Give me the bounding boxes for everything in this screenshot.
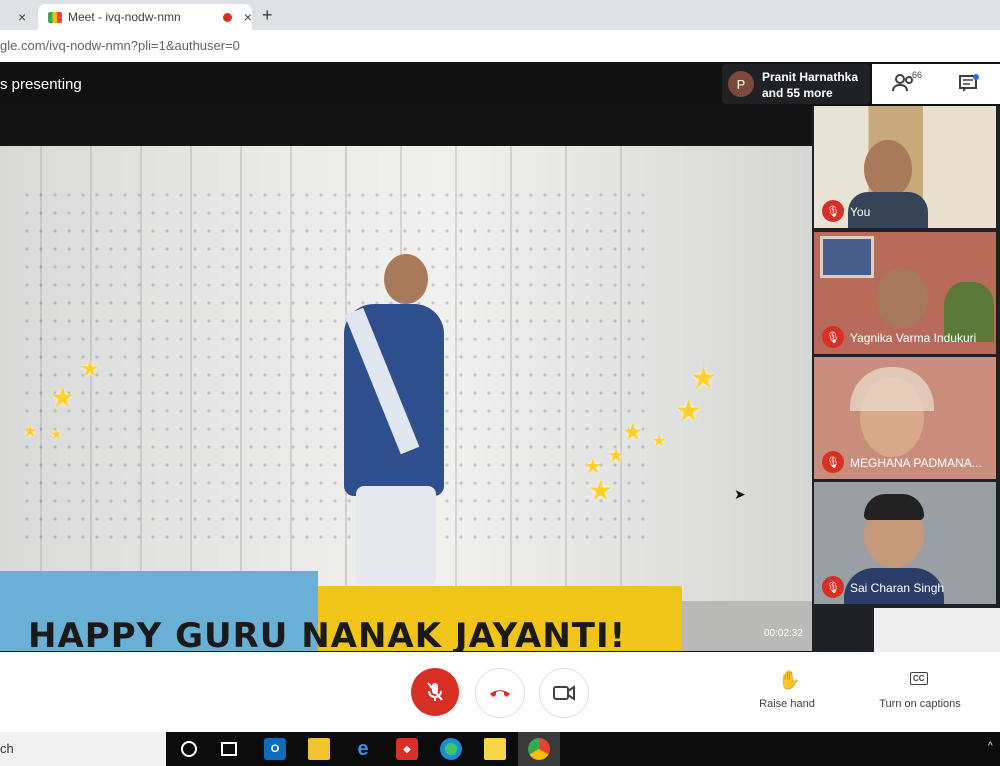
internet-explorer-icon[interactable]: e: [352, 738, 374, 760]
captions-label: Turn on captions: [879, 698, 961, 710]
participant-name: Yagnika Varma Indukuri: [850, 331, 977, 345]
call-controls: ✋ Raise hand CC Turn on captions: [0, 652, 1000, 732]
star-decoration: ★: [22, 421, 39, 441]
participant-tile-partial[interactable]: [874, 608, 1000, 652]
meeting-tools: 66: [872, 64, 1000, 104]
captions-icon: CC: [910, 672, 928, 685]
participant-face: [876, 268, 928, 328]
star-decoration: ★: [652, 433, 667, 450]
meet-logo-icon: [48, 11, 62, 23]
people-button[interactable]: 66: [892, 70, 922, 98]
participant-name: Sai Charan Singh: [850, 581, 945, 595]
windows-taskbar: ch O e ◆ ^: [0, 732, 1000, 766]
mic-off-icon: 🎙: [822, 451, 844, 473]
participant-tile[interactable]: 🎙 You: [814, 106, 996, 228]
presenting-label: s presenting: [0, 76, 82, 93]
participant-name: MEGHANA PADMANA...: [850, 456, 982, 470]
chat-icon: [959, 74, 979, 92]
mic-off-icon: 🎙: [822, 576, 844, 598]
browser-tab-active[interactable]: Meet - ivq-nodw-nmn ×: [38, 4, 252, 30]
participant-count: 66: [912, 70, 923, 80]
presenter-name: Pranit Harnathka: [762, 70, 859, 84]
raise-hand-button[interactable]: ✋ Raise hand: [752, 670, 822, 720]
participant-tile[interactable]: 🎙 MEGHANA PADMANA...: [814, 357, 996, 479]
star-decoration: ★: [675, 395, 702, 428]
new-tab-button[interactable]: +: [262, 5, 273, 26]
sticky-notes-icon[interactable]: [484, 738, 506, 760]
dancer-head: [384, 254, 428, 304]
task-view-icon[interactable]: [218, 738, 240, 760]
headscarf: [850, 367, 934, 411]
edge-icon[interactable]: [440, 738, 462, 760]
presenter-more: and 55 more: [762, 86, 833, 100]
camera-icon: [553, 685, 575, 701]
participant-tile[interactable]: 🎙 Sai Charan Singh: [814, 482, 996, 604]
presentation-video: ★ ★ ★ ★ ★ ★ ★ ★ ★ ★ ★ HAPPY GURU NANAK J…: [0, 146, 812, 651]
tab-close-icon[interactable]: ×: [18, 9, 26, 25]
taskbar-search[interactable]: ch: [0, 732, 166, 766]
video-timestamp: 00:02:32: [764, 628, 803, 639]
taskbar-active-app[interactable]: [518, 732, 560, 766]
file-explorer-icon[interactable]: [308, 738, 330, 760]
mouse-cursor-icon: ➤: [734, 486, 746, 502]
tab-close-icon[interactable]: ×: [244, 9, 252, 25]
camera-toggle-button[interactable]: [539, 668, 589, 718]
presentation-stage: ★ ★ ★ ★ ★ ★ ★ ★ ★ ★ ★ HAPPY GURU NANAK J…: [0, 106, 812, 652]
anydesk-icon[interactable]: ◆: [396, 738, 418, 760]
captions-button[interactable]: CC Turn on captions: [866, 670, 974, 720]
mic-toggle-button[interactable]: [411, 668, 459, 716]
browser-tab-bar: × Meet - ivq-nodw-nmn × +: [0, 0, 1000, 30]
mic-off-icon: [427, 682, 443, 701]
leave-call-button[interactable]: [475, 668, 525, 718]
participant-tile[interactable]: 🎙 Yagnika Varma Indukuri: [814, 232, 996, 354]
hang-up-icon: [490, 690, 510, 697]
chrome-icon: [528, 738, 550, 760]
star-decoration: ★: [607, 445, 625, 467]
raise-hand-label: Raise hand: [759, 698, 815, 710]
participant-face: [864, 140, 912, 198]
mic-off-icon: 🎙: [822, 200, 844, 222]
url-text[interactable]: gle.com/ivq-nodw-nmn?pli=1&authuser=0: [0, 38, 240, 53]
hand-icon: ✋: [778, 670, 801, 690]
search-text: ch: [0, 741, 14, 756]
star-decoration: ★: [80, 356, 100, 381]
star-decoration: ★: [50, 382, 76, 413]
browser-tab-previous[interactable]: ×: [0, 4, 38, 30]
chat-button[interactable]: [958, 74, 980, 99]
star-decoration: ★: [50, 426, 63, 442]
cortana-icon[interactable]: [178, 738, 200, 760]
hair: [864, 494, 924, 520]
star-decoration: ★: [588, 475, 614, 506]
floral-curtain-pattern: [20, 186, 650, 546]
recording-dot-icon: [222, 12, 232, 22]
star-decoration: ★: [690, 362, 717, 395]
banner-text: HAPPY GURU NANAK JAYANTI!: [28, 616, 627, 651]
address-bar[interactable]: gle.com/ivq-nodw-nmn?pli=1&authuser=0: [0, 30, 1000, 63]
outlook-icon[interactable]: O: [264, 738, 286, 760]
tab-title: Meet - ivq-nodw-nmn: [68, 10, 181, 24]
presenter-chip[interactable]: P Pranit Harnathka and 55 more: [722, 64, 870, 104]
wall-picture: [820, 236, 874, 278]
presenter-avatar: P: [728, 71, 754, 97]
participant-name: You: [850, 205, 871, 219]
star-decoration: ★: [622, 419, 644, 446]
dancer-salwar: [356, 486, 436, 586]
tray-chevron-icon[interactable]: ^: [988, 741, 993, 752]
mic-off-icon: 🎙: [822, 326, 844, 348]
